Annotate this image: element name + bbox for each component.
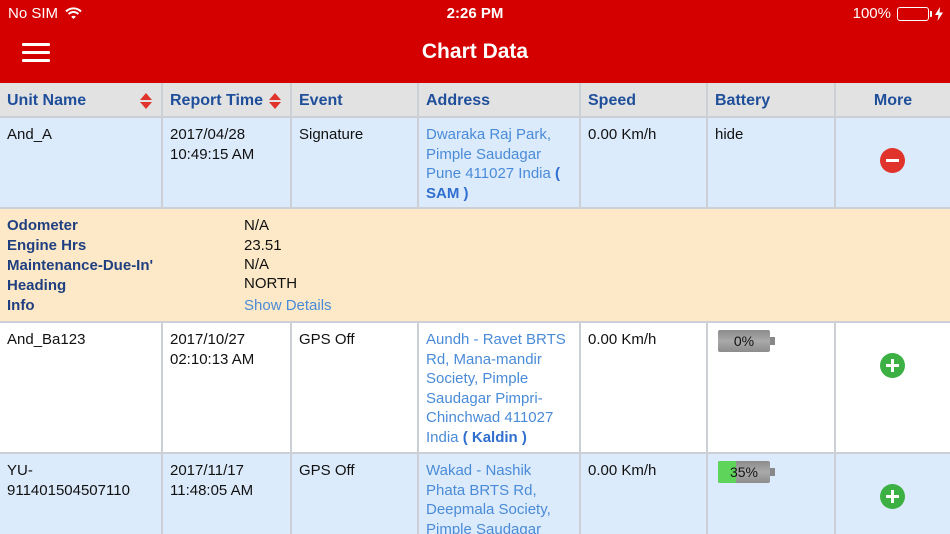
battery-gauge: 35% — [718, 461, 775, 483]
battery-gauge: 0% — [718, 330, 775, 352]
report-time: 11:48:05 AM — [170, 481, 254, 499]
info-label: Info — [7, 297, 35, 314]
report-time-cell: 2017/10/27 02:10:13 AM — [163, 323, 292, 452]
report-time-cell: 2017/11/17 11:48:05 AM — [163, 454, 292, 534]
speed-cell: 0.00 Km/h — [581, 454, 708, 534]
battery-level-label: 35% — [729, 464, 759, 480]
unit-name-cell: And_Ba123 — [0, 323, 163, 452]
engine-hrs-value: 23.51 — [244, 237, 282, 254]
top-bar: No SIM 2:26 PM 100% Chart Data — [0, 0, 950, 83]
battery-level-label: 0% — [733, 333, 755, 349]
column-label: Unit Name — [7, 92, 87, 109]
sort-icon[interactable] — [140, 93, 152, 109]
collapse-minus-icon[interactable] — [880, 148, 905, 173]
more-cell — [836, 323, 950, 452]
report-date: 2017/04/28 — [170, 126, 246, 143]
column-header-address: Address — [419, 83, 581, 116]
report-time-cell: 2017/04/28 10:49:15 AM — [163, 118, 292, 207]
battery-status: 100% — [853, 5, 943, 22]
engine-hrs-label: Engine Hrs — [7, 237, 87, 254]
event-cell: Signature — [292, 118, 419, 207]
battery-percent: 100% — [852, 5, 891, 22]
battery-cell: 35% — [708, 454, 836, 534]
report-time: 10:49:15 AM — [170, 145, 255, 163]
expand-plus-icon[interactable] — [880, 353, 905, 378]
event-cell: GPS Off — [292, 323, 419, 452]
detail-panel: Odometer N/A Engine Hrs 23.51 Maintenanc… — [0, 209, 950, 323]
address-tag: ( Kaldin ) — [462, 428, 527, 446]
address-text: Dwaraka Raj Park, Pimple Saudagar Pune 4… — [426, 126, 552, 182]
speed-cell: 0.00 Km/h — [581, 118, 708, 207]
maintenance-label: Maintenance-Due-In' — [7, 257, 154, 274]
speed-cell: 0.00 Km/h — [581, 323, 708, 452]
status-time: 2:26 PM — [446, 5, 504, 22]
sort-icon[interactable] — [269, 93, 281, 109]
table-header: Unit Name Report Time Event Address Spee… — [0, 83, 950, 118]
column-header-event: Event — [292, 83, 419, 116]
odometer-value: N/A — [244, 217, 270, 234]
page-title: Chart Data — [421, 40, 529, 63]
address-link[interactable]: Dwaraka Raj Park, Pimple Saudagar Pune 4… — [419, 118, 581, 207]
report-date: 2017/11/17 — [170, 462, 244, 479]
heading-value: NORTH — [244, 275, 298, 292]
battery-cell: hide — [708, 118, 836, 207]
unit-name-cell: YU-911401504507110 — [0, 454, 163, 534]
column-header-report-time[interactable]: Report Time — [163, 83, 292, 116]
column-header-battery: Battery — [708, 83, 836, 116]
report-date: 2017/10/27 — [170, 331, 246, 348]
report-time: 02:10:13 AM — [170, 350, 255, 368]
column-header-more: More — [873, 92, 913, 109]
more-cell — [836, 454, 950, 534]
maintenance-value: N/A — [244, 256, 270, 273]
battery-icon — [897, 6, 932, 21]
show-details-link[interactable]: Show Details — [244, 297, 332, 314]
more-cell — [836, 118, 950, 207]
battery-cell: 0% — [708, 323, 836, 452]
status-bar: No SIM 2:26 PM 100% — [0, 0, 950, 28]
odometer-label: Odometer — [7, 217, 78, 234]
charging-icon — [935, 6, 943, 21]
address-link[interactable]: Wakad - Nashik Phata BRTS Rd, Deepmala S… — [419, 454, 581, 534]
column-header-unit-name[interactable]: Unit Name — [0, 83, 163, 116]
event-cell: GPS Off — [292, 454, 419, 534]
data-table: Unit Name Report Time Event Address Spee… — [0, 83, 950, 534]
address-text: Wakad - Nashik Phata BRTS Rd, Deepmala S… — [426, 462, 551, 534]
table-row[interactable]: And_A 2017/04/28 10:49:15 AM Signature D… — [0, 118, 950, 209]
column-header-speed: Speed — [581, 83, 708, 116]
table-row[interactable]: And_Ba123 2017/10/27 02:10:13 AM GPS Off… — [0, 323, 950, 454]
table-row[interactable]: YU-911401504507110 2017/11/17 11:48:05 A… — [0, 454, 950, 534]
address-link[interactable]: Aundh - Ravet BRTS Rd, Mana-mandir Socie… — [419, 323, 581, 452]
unit-name-cell: And_A — [0, 118, 163, 207]
column-label: Report Time — [170, 92, 264, 109]
expand-plus-icon[interactable] — [880, 484, 905, 509]
heading-label: Heading — [7, 277, 67, 294]
